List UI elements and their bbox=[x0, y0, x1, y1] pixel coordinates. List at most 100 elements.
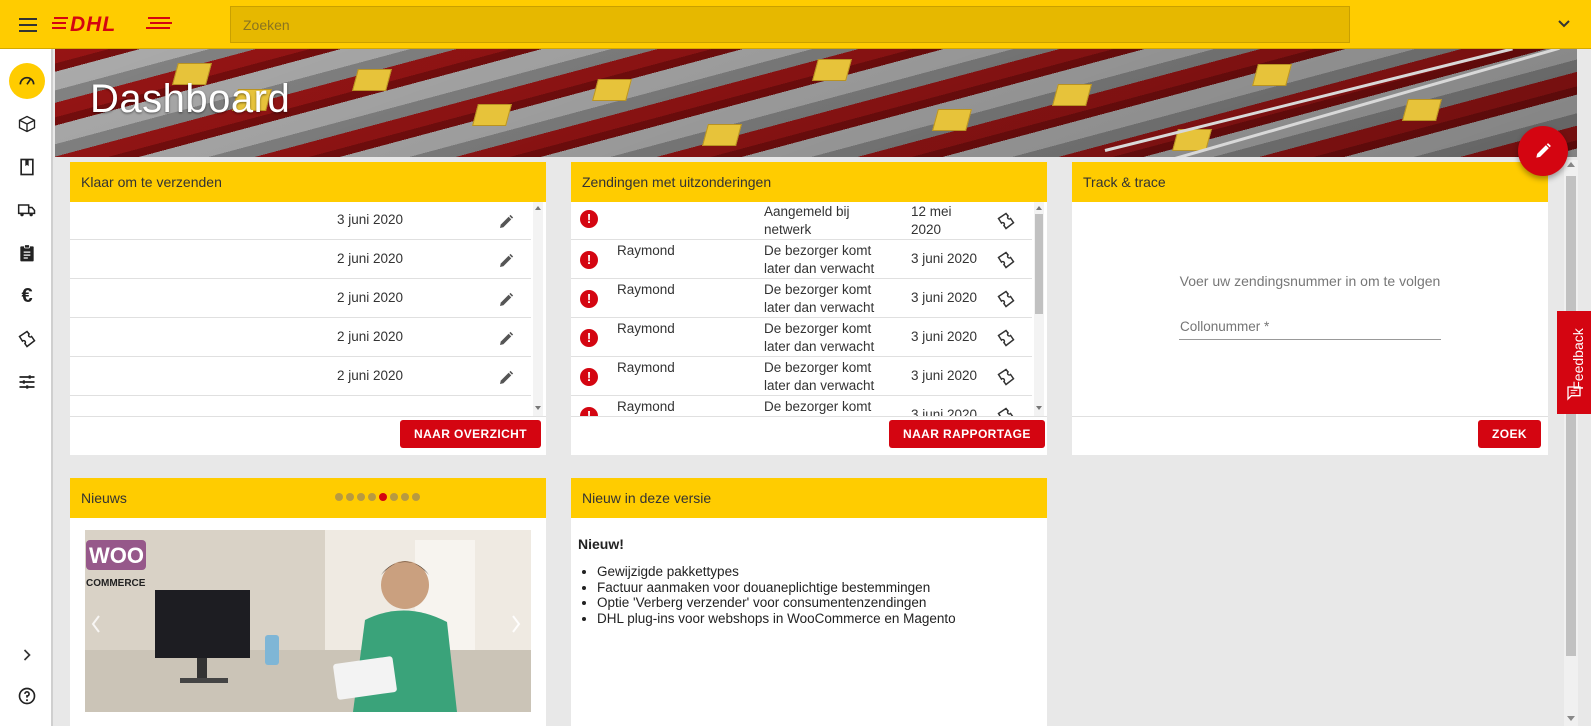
carousel-dot[interactable] bbox=[390, 493, 398, 501]
date-text: 3 juni 2020 bbox=[911, 368, 978, 383]
speedometer-icon bbox=[19, 76, 35, 85]
nav-pickups[interactable] bbox=[9, 192, 45, 228]
news-carousel-image[interactable]: WOO COMMERCE bbox=[85, 530, 531, 712]
status-line: later dan verwacht bbox=[764, 378, 875, 393]
nav-settings[interactable] bbox=[9, 364, 45, 400]
search-parcel-button[interactable]: ZOEK bbox=[1478, 420, 1541, 448]
woocommerce-logo-top: WOO bbox=[89, 543, 144, 568]
ticket-icon[interactable] bbox=[996, 328, 1016, 348]
carousel-dot[interactable] bbox=[368, 493, 376, 501]
table-row[interactable]: ! Raymond De bezorger komt later dan ver… bbox=[571, 280, 1032, 318]
table-row[interactable]: ! Raymond De bezorger komt later dan ver… bbox=[571, 241, 1032, 279]
nav-shipments[interactable] bbox=[9, 106, 45, 142]
status-line: later dan verwacht bbox=[764, 339, 875, 354]
table-row[interactable]: 2 juni 2020 bbox=[70, 319, 531, 357]
pencil-icon[interactable] bbox=[497, 213, 515, 231]
ticket-icon[interactable] bbox=[996, 367, 1016, 387]
card-title: Nieuws bbox=[70, 478, 546, 518]
pencil-icon[interactable] bbox=[497, 330, 515, 348]
ready-to-ship-card: Klaar om te verzenden 3 juni 2020 2 juni… bbox=[70, 162, 546, 455]
shipment-date: 3 juni 2020 bbox=[337, 212, 404, 227]
shipment-date: 2 juni 2020 bbox=[337, 368, 404, 383]
status-text: De bezorger komt later dan verwacht bbox=[764, 320, 874, 356]
search-input[interactable] bbox=[231, 7, 1349, 42]
carousel-dot[interactable] bbox=[346, 493, 354, 501]
carousel-dot[interactable] bbox=[412, 493, 420, 501]
ticket-icon[interactable] bbox=[996, 289, 1016, 309]
to-reporting-button[interactable]: NAAR RAPPORTAGE bbox=[889, 420, 1045, 448]
card-title: Klaar om te verzenden bbox=[70, 162, 546, 202]
status-line: later dan verwacht bbox=[764, 261, 875, 276]
card-title: Nieuw in deze versie bbox=[571, 478, 1047, 518]
status-line: De bezorger komt bbox=[764, 321, 872, 336]
shipment-date: 2 juni 2020 bbox=[337, 290, 404, 305]
page-title: Dashboard bbox=[90, 77, 291, 121]
release-notes-card: Nieuw in deze versie Nieuw! Gewijzigde p… bbox=[571, 478, 1047, 726]
package-icon bbox=[18, 115, 36, 133]
status-text: De bezorger komt later dan verwacht bbox=[764, 359, 874, 395]
release-items-list: Gewijzigde pakkettypes Factuur aanmaken … bbox=[597, 564, 956, 626]
ticket-icon bbox=[18, 330, 36, 348]
pencil-icon bbox=[1536, 143, 1551, 158]
carousel-dot[interactable] bbox=[401, 493, 409, 501]
help-button[interactable] bbox=[9, 678, 45, 714]
status-line: netwerk bbox=[764, 222, 812, 237]
status-text: De bezorger komt later dan verwacht bbox=[764, 281, 874, 317]
nav-reports[interactable] bbox=[9, 235, 45, 271]
table-row[interactable]: ! Raymond De bezorger komt later dan ver… bbox=[571, 358, 1032, 396]
date-text: 3 juni 2020 bbox=[911, 290, 978, 305]
carousel-dot-active[interactable] bbox=[379, 493, 387, 501]
carousel-dot[interactable] bbox=[335, 493, 343, 501]
recipient-name: Raymond bbox=[617, 243, 675, 258]
date-text: 12 mei 2020 bbox=[911, 203, 952, 239]
date-line: 12 mei bbox=[911, 204, 952, 219]
card-title: Track & trace bbox=[1072, 162, 1548, 202]
feedback-tab[interactable]: Feedback bbox=[1557, 311, 1591, 414]
table-row[interactable]: ! Raymond De bezorger komt 3 juni 2020 bbox=[571, 397, 1032, 416]
status-text: Aangemeld bij netwerk bbox=[764, 203, 850, 239]
nav-tickets[interactable] bbox=[9, 321, 45, 357]
ticket-icon[interactable] bbox=[996, 211, 1016, 231]
list-scrollbar[interactable] bbox=[1034, 202, 1044, 416]
table-row[interactable]: 2 juni 2020 bbox=[70, 358, 531, 396]
help-circle-icon bbox=[18, 687, 36, 705]
to-overview-button[interactable]: NAAR OVERZICHT bbox=[400, 420, 541, 448]
top-bar: DHL bbox=[0, 0, 1591, 49]
list-scrollbar[interactable] bbox=[533, 202, 543, 416]
error-icon: ! bbox=[580, 329, 598, 347]
euro-icon: € bbox=[21, 284, 33, 307]
dhl-logo[interactable]: DHL bbox=[52, 12, 172, 36]
release-heading: Nieuw! bbox=[578, 536, 624, 552]
date-text: 3 juni 2020 bbox=[911, 251, 978, 266]
chevron-right-icon bbox=[23, 649, 31, 661]
svg-text:DHL: DHL bbox=[70, 13, 116, 36]
table-row[interactable]: 2 juni 2020 bbox=[70, 280, 531, 318]
status-text: De bezorger komt later dan verwacht bbox=[764, 242, 874, 278]
edit-dashboard-button[interactable] bbox=[1518, 126, 1568, 176]
pencil-icon[interactable] bbox=[497, 369, 515, 387]
table-row[interactable]: ! Aangemeld bij netwerk 12 mei 2020 bbox=[571, 202, 1032, 240]
parcel-number-input[interactable] bbox=[1179, 314, 1441, 340]
pencil-icon[interactable] bbox=[497, 291, 515, 309]
carousel-dot[interactable] bbox=[357, 493, 365, 501]
page-scrollbar[interactable] bbox=[1564, 160, 1578, 726]
ticket-icon[interactable] bbox=[996, 406, 1016, 416]
recipient-name: Raymond bbox=[617, 360, 675, 375]
nav-address-book[interactable] bbox=[9, 149, 45, 185]
list-item: Factuur aanmaken voor douaneplichtige be… bbox=[597, 580, 956, 596]
hamburger-menu-icon[interactable] bbox=[14, 14, 42, 36]
nav-dashboard[interactable] bbox=[9, 63, 45, 99]
search-bar[interactable] bbox=[230, 6, 1350, 43]
ticket-icon[interactable] bbox=[996, 250, 1016, 270]
table-row[interactable]: ! Raymond De bezorger komt later dan ver… bbox=[571, 319, 1032, 357]
table-row[interactable]: 2 juni 2020 bbox=[70, 241, 531, 279]
news-card: Nieuws WOO COMMERCE bbox=[70, 478, 546, 726]
recipient-name: Raymond bbox=[617, 321, 675, 336]
expand-sidebar-button[interactable] bbox=[9, 637, 45, 673]
table-row[interactable]: 3 juni 2020 bbox=[70, 202, 531, 240]
chevron-down-icon[interactable] bbox=[1556, 16, 1572, 32]
recipient-name: Raymond bbox=[617, 399, 675, 414]
pencil-icon[interactable] bbox=[497, 252, 515, 270]
side-navigation: € bbox=[0, 49, 53, 726]
nav-invoices[interactable]: € bbox=[9, 278, 45, 314]
